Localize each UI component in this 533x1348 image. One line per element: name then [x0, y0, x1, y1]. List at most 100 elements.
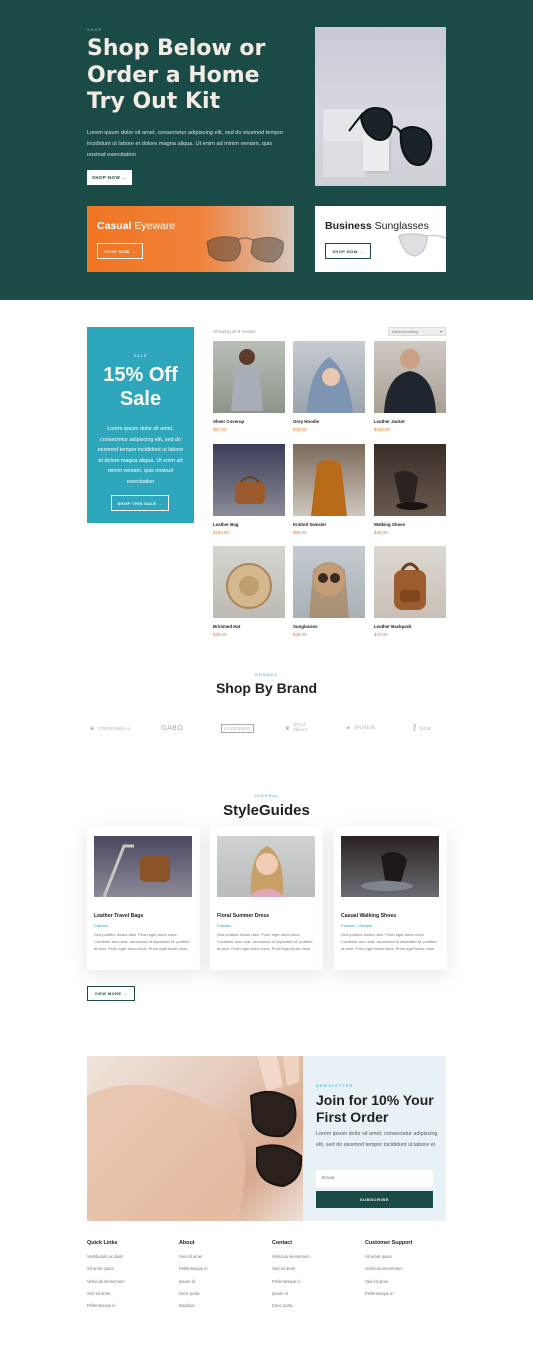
product-name[interactable]: Sheer Coverup	[213, 419, 285, 424]
blog-card-title[interactable]: Leather Travel Bags	[94, 913, 143, 919]
sorting-select[interactable]: Default sorting ▾	[388, 327, 446, 336]
footer-link[interactable]: Sed sit amet	[179, 1254, 208, 1266]
footer-link[interactable]: Vehicula elementum	[365, 1266, 412, 1278]
footer-link[interactable]: Dapibus	[179, 1303, 208, 1315]
product-image[interactable]	[374, 546, 446, 618]
product-price: $49.00	[374, 530, 388, 535]
brand-logo[interactable]: ◈ CROSSWALL	[90, 721, 131, 735]
footer-link[interactable]: Ipsum id	[272, 1291, 310, 1303]
product-card[interactable]: Grey Hoodie $78.00	[293, 341, 365, 432]
product-image[interactable]	[293, 444, 365, 516]
promo-casual-eyeware[interactable]: Casual Eyeware SHOP NOW →	[87, 206, 294, 272]
brand-name: Bird Wave	[293, 723, 308, 733]
product-card[interactable]: Leather Bag $150.00	[213, 444, 285, 535]
blog-card-excerpt: Sed porttitor lectus nibh. Proin eget to…	[341, 932, 437, 951]
promo-business-sunglasses[interactable]: Business Sunglasses SHOP NOW →	[315, 206, 446, 272]
brand-logo[interactable]: ℓ DCB	[413, 721, 431, 735]
footer-link[interactable]: Pellentesque in	[365, 1291, 412, 1303]
brand-logo[interactable]: ❦ Bird Wave	[285, 721, 314, 735]
sunglasses-icon	[398, 233, 446, 257]
footer-heading: Customer Support	[365, 1240, 413, 1246]
footer-link[interactable]: Vehicula elementum	[87, 1279, 125, 1291]
product-name[interactable]: Knitted Sweater	[293, 522, 365, 527]
product-card[interactable]: Walking Shoes $49.00	[374, 444, 446, 535]
view-more-button[interactable]: VIEW MORE →	[87, 986, 135, 1001]
footer-link[interactable]: Sed sit amet	[272, 1266, 310, 1278]
product-name[interactable]: Sunglasses	[293, 624, 365, 629]
product-image[interactable]	[374, 341, 446, 413]
newsletter-photo	[87, 1056, 303, 1221]
product-price: $25.00	[213, 632, 227, 637]
blog-card-image[interactable]	[94, 836, 192, 897]
product-name[interactable]: Leather Bag	[213, 522, 285, 527]
blog-card-image[interactable]	[341, 836, 439, 897]
product-card[interactable]: Brimmed Hat $25.00	[213, 546, 285, 637]
footer-link[interactable]: Sed sit amet	[365, 1279, 412, 1291]
product-card[interactable]: Knitted Sweater $80.00	[293, 444, 365, 535]
blog-card[interactable]: Leather Travel Bags Fashion Sed porttito…	[87, 826, 200, 970]
brand-name: GABO	[161, 724, 184, 732]
promo-casual-title-bold: Casual	[97, 220, 132, 232]
product-price: $70.00	[374, 632, 388, 637]
footer-link[interactable]: Sed sit amet	[87, 1291, 125, 1303]
blog-card-image[interactable]	[217, 836, 315, 897]
product-card[interactable]: Sunglasses $35.00	[293, 546, 365, 637]
sunglasses-icon	[348, 107, 433, 166]
brand-logo[interactable]: LOGONEO	[221, 721, 254, 735]
footer-link[interactable]: Vehicula elementum	[272, 1254, 310, 1266]
product-name[interactable]: Grey Hoodie	[293, 419, 365, 424]
footer-link[interactable]: Donc porta	[179, 1291, 208, 1303]
model-icon	[307, 357, 353, 413]
product-image[interactable]	[213, 546, 285, 618]
sale-banner: SALE 15% Off Sale Lorem ipsum dolor sit …	[87, 327, 194, 523]
brand-name: DCB	[419, 725, 431, 731]
footer-heading: Contact	[272, 1240, 293, 1246]
blog-card-category[interactable]: Fashion	[94, 923, 108, 928]
product-card[interactable]: Leather Jacket $230.00	[374, 341, 446, 432]
product-card[interactable]: Sheer Coverup $67.00	[213, 341, 285, 432]
promo-casual-shop-button[interactable]: SHOP NOW →	[97, 243, 143, 259]
blog-card[interactable]: Casual Walking Shoes Fashion, Lifestyle …	[334, 826, 447, 970]
blog-card-excerpt: Sed porttitor lectus nibh. Proin eget to…	[217, 932, 313, 951]
product-image[interactable]	[213, 341, 285, 413]
footer-link[interactable]: Pellentesque in	[87, 1303, 125, 1315]
product-name[interactable]: Leather Backpack	[374, 624, 446, 629]
shop-this-sale-button[interactable]: SHOP THIS SALE →	[111, 495, 169, 511]
hero-product-photo	[315, 27, 446, 186]
blog-card-category[interactable]: Fashion	[217, 923, 231, 928]
blog-card[interactable]: Floral Summer Dress Fashion Sed porttito…	[210, 826, 323, 970]
footer-link[interactable]: Vestibulum ac diam	[87, 1254, 125, 1266]
brand-logo[interactable]: GABO	[161, 721, 183, 735]
product-name[interactable]: Leather Jacket	[374, 419, 446, 424]
product-image[interactable]	[374, 444, 446, 516]
product-price: $230.00	[374, 427, 390, 432]
diamond-icon: ✦	[346, 725, 352, 732]
footer-link[interactable]: Pellentesque in	[179, 1266, 208, 1278]
product-image[interactable]	[213, 444, 285, 516]
product-name[interactable]: Brimmed Hat	[213, 624, 285, 629]
newsletter-email-input[interactable]	[316, 1170, 433, 1187]
product-image[interactable]	[293, 341, 365, 413]
blog-card-title[interactable]: Floral Summer Dress	[217, 913, 269, 919]
brand-logo[interactable]: ✦ INNER	[346, 721, 375, 735]
promo-business-shop-button[interactable]: SHOP NOW →	[325, 243, 371, 259]
hero-shop-now-button[interactable]: SHOP NOW →	[87, 170, 132, 185]
product-image[interactable]	[293, 546, 365, 618]
brand-mark-icon: ◈	[90, 725, 96, 732]
blog-card-category[interactable]: Fashion, Lifestyle	[341, 923, 372, 928]
hero-lead: Lorem ipsum dolor sit amet, consectetur …	[87, 130, 284, 158]
sorting-selected-value: Default sorting	[392, 329, 418, 334]
footer-link[interactable]: Ipsum id	[179, 1279, 208, 1291]
product-name[interactable]: Walking Shoes	[374, 522, 446, 527]
hat-icon	[226, 563, 272, 609]
footer-link[interactable]: Sit amet quam	[365, 1254, 412, 1266]
product-card[interactable]: Leather Backpack $70.00	[374, 546, 446, 637]
footer-link[interactable]: Pellentesque in	[272, 1279, 310, 1291]
subscribe-button[interactable]: SUBSCRIBE	[316, 1191, 433, 1208]
brand-name: CROSSWALL	[98, 725, 132, 731]
blog-card-title[interactable]: Casual Walking Shoes	[341, 913, 396, 919]
bag-icon	[102, 844, 170, 897]
footer-link[interactable]: Donc porta	[272, 1303, 310, 1315]
promo-business-title-light: Sunglasses	[371, 220, 429, 232]
footer-link[interactable]: Sit amet quam	[87, 1266, 125, 1278]
